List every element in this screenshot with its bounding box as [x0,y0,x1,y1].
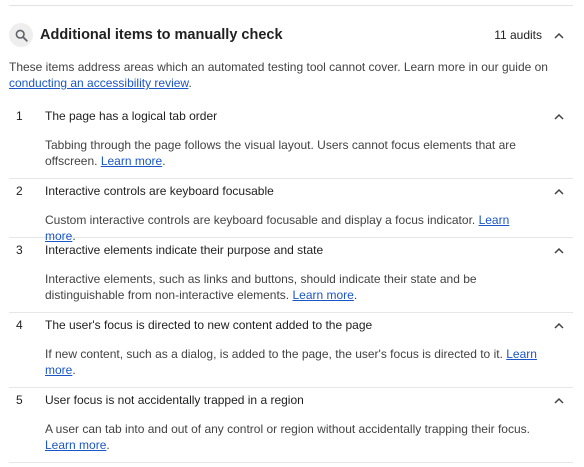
audit-item: 1 The page has a logical tab order Tabbi… [9,107,573,179]
audit-title: Interactive controls are keyboard focusa… [45,184,274,198]
audit-count: 11 audits [494,28,542,42]
audit-item: 4 The user's focus is directed to new co… [9,316,573,388]
audit-description: If new content, such as a dialog, is add… [45,347,537,377]
audit-item: 5 User focus is not accidentally trapped… [9,391,573,463]
audit-description: Tabbing through the page follows the vis… [45,138,516,168]
audit-header[interactable]: 4 The user's focus is directed to new co… [9,316,573,334]
audit-title: The user's focus is directed to new cont… [45,318,373,332]
search-icon [9,23,33,47]
manual-audits-group-header[interactable]: Additional items to manually check 11 au… [9,19,573,51]
chevron-up-icon[interactable] [554,186,564,196]
group-description: These items address areas which an autom… [9,60,548,90]
audit-item: 3 Interactive elements indicate their pu… [9,241,573,313]
learn-more-link[interactable]: Learn more [292,288,353,302]
audit-number: 2 [16,184,23,198]
chevron-up-icon[interactable] [554,111,564,121]
audit-item: 2 Interactive controls are keyboard focu… [9,182,573,243]
audit-header[interactable]: 1 The page has a logical tab order [9,107,573,125]
audit-header[interactable]: 3 Interactive elements indicate their pu… [9,241,573,259]
audit-number: 1 [16,109,23,123]
audit-title: Interactive elements indicate their purp… [45,243,324,257]
learn-more-link[interactable]: Learn more [45,438,106,452]
audit-title: The page has a logical tab order [45,109,218,123]
top-divider [9,5,573,6]
audit-number: 3 [16,243,23,257]
audit-description: A user can tab into and out of any contr… [45,422,530,452]
chevron-up-icon[interactable] [554,245,564,255]
group-title: Additional items to manually check [40,27,283,43]
audit-header[interactable]: 2 Interactive controls are keyboard focu… [9,182,573,200]
learn-more-link[interactable]: Learn more [101,154,162,168]
audit-description: Custom interactive controls are keyboard… [45,213,510,243]
audit-title: User focus is not accidentally trapped i… [45,393,304,407]
accessibility-review-guide-link[interactable]: conducting an accessibility review [9,76,188,90]
chevron-up-icon[interactable] [554,395,564,405]
audit-number: 5 [16,393,23,407]
audit-number: 4 [16,318,23,332]
audit-header[interactable]: 5 User focus is not accidentally trapped… [9,391,573,409]
chevron-up-icon[interactable] [554,30,564,40]
audit-description: Interactive elements, such as links and … [45,272,477,302]
chevron-up-icon[interactable] [554,320,564,330]
